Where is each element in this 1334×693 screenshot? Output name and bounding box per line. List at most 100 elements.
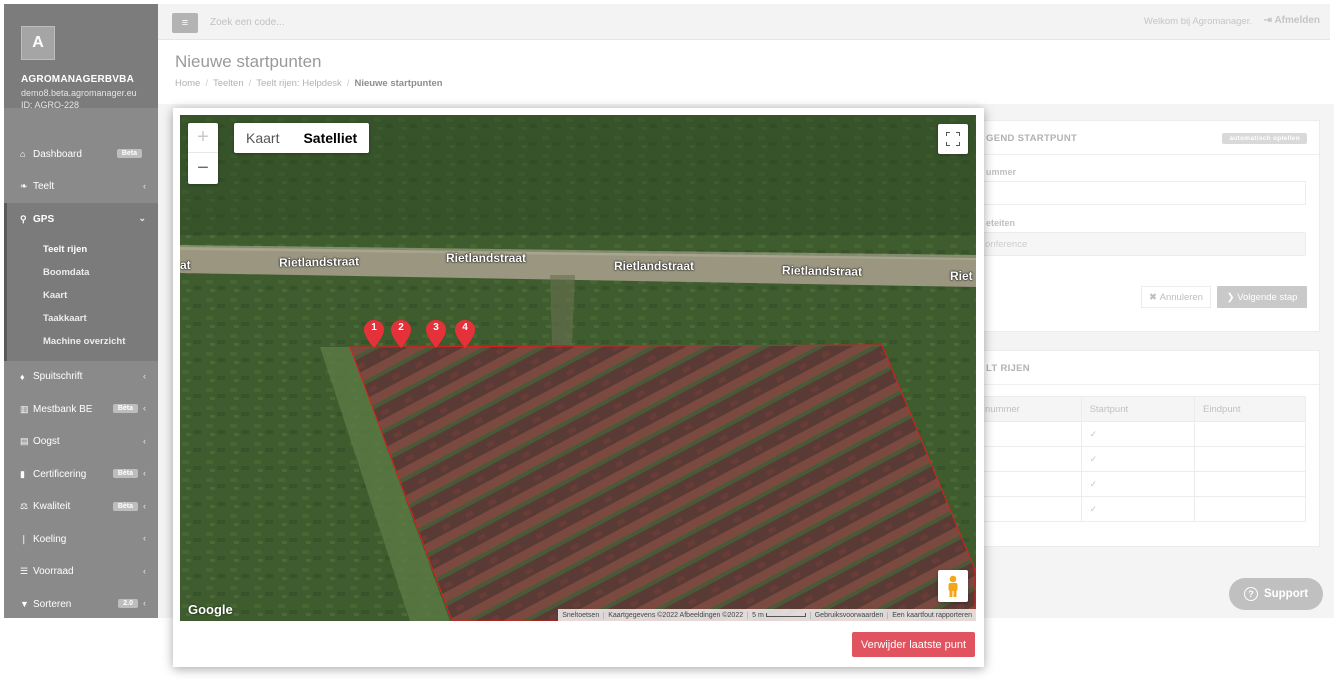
- sidebar-item-sorteren[interactable]: ▼ Sorteren 2.0 ‹: [4, 588, 158, 618]
- breadcrumb-home[interactable]: Home: [175, 78, 200, 89]
- close-icon: ✖: [1149, 291, 1160, 303]
- logout-label: Afmelden: [1274, 15, 1320, 26]
- sidebar-item-voorraad[interactable]: ☰ Voorraad ‹: [4, 556, 158, 589]
- sidebar-item-koeling[interactable]: ❘ Koeling ‹: [4, 523, 158, 556]
- sidebar-item-kwaliteit[interactable]: ⚖ Kwaliteit Bèta ‹: [4, 491, 158, 524]
- sidebar-subitem-kaart[interactable]: Kaart: [7, 284, 158, 307]
- chevron-left-icon: ‹: [143, 370, 146, 381]
- street-label: Rietlandstraat: [278, 254, 360, 270]
- varieties-field: onference: [976, 232, 1306, 256]
- street-view-pegman-button[interactable]: [938, 570, 968, 602]
- breadcrumb: Home / Teelten / Teelt rijen: Helpdesk / Nieuw…: [175, 78, 443, 89]
- report-error-link[interactable]: Een kaartfout rapporteren: [887, 611, 976, 619]
- support-button[interactable]: ? Support: [1229, 578, 1323, 610]
- street-label: Rietlandstraat: [446, 251, 527, 265]
- satellite-imagery: [180, 115, 976, 621]
- scale-bar: 5 m: [747, 611, 810, 619]
- chevron-left-icon: ‹: [143, 565, 146, 576]
- satellite-map[interactable]: at Rietlandstraat Rietlandstraat Rietlan…: [180, 115, 976, 621]
- table-row: ✓: [976, 421, 1306, 447]
- table-cell: [1194, 471, 1306, 497]
- table-cell: [976, 496, 1082, 522]
- sidebar-item-oogst[interactable]: ▤ Oogst ‹: [4, 426, 158, 459]
- sidebar-item-label: Spuitschrift: [33, 371, 83, 383]
- sidebar-header: A AGROMANAGERBVBA demo8.beta.agromanager…: [4, 4, 158, 111]
- sidebar-item-spuitschrift[interactable]: ♦ Spuitschrift ‹: [4, 361, 158, 394]
- sidebar-subitem-boomdata[interactable]: Boomdata: [7, 261, 158, 284]
- logout-link[interactable]: ⇥ Afmelden: [1264, 15, 1320, 26]
- hamburger-icon: ≡: [181, 17, 189, 29]
- zoom-out-button[interactable]: −: [188, 153, 218, 183]
- map-marker-2[interactable]: 2: [391, 320, 411, 348]
- beta-badge: Beta: [116, 149, 142, 158]
- welcome-text: Welkom bij Agromanager.: [1143, 16, 1252, 27]
- breadcrumb-teelt-rijen[interactable]: Teelt rijen: Helpdesk: [256, 78, 342, 89]
- sidebar-item-label: Kwaliteit: [33, 501, 71, 513]
- row-number-input[interactable]: [976, 181, 1306, 205]
- search-input[interactable]: Zoek een code...: [210, 17, 285, 28]
- keyboard-shortcuts-link[interactable]: Sneltoetsen: [558, 612, 603, 619]
- sidebar-item-label: Sorteren: [33, 598, 72, 610]
- book-icon: ▮: [20, 468, 25, 479]
- map-data-text: Kaartgegevens ©2022 Afbeeldingen ©2022: [603, 611, 747, 619]
- sidebar-subitem-machine-overzicht[interactable]: Machine overzicht: [7, 330, 158, 353]
- map-marker-1[interactable]: 1: [364, 320, 384, 348]
- table-cell: [1194, 496, 1306, 522]
- avatar[interactable]: A: [21, 26, 55, 60]
- sidebar-item-label: GPS: [33, 213, 55, 225]
- check-icon: ✓: [1080, 421, 1196, 447]
- sidebar-menu: ⌂ Dashboard Beta ❧ Teelt ‹ ⚲ GPS ⌄ Teelt…: [4, 138, 158, 618]
- version-badge: 2.0: [118, 599, 138, 608]
- cancel-button[interactable]: ✖ Annuleren: [1141, 286, 1211, 308]
- table-cell: [1194, 421, 1306, 447]
- fullscreen-button[interactable]: [938, 124, 968, 154]
- help-icon: ?: [1243, 587, 1258, 601]
- map-marker-3[interactable]: 3: [426, 320, 446, 348]
- sidebar-item-label: Mestbank BE: [33, 403, 93, 415]
- company-domain: demo8.beta.agromanager.eu: [21, 88, 137, 98]
- thermometer-icon: ❘: [20, 533, 28, 544]
- map-attribution: Sneltoetsen Kaartgegevens ©2022 Afbeeldi…: [558, 609, 976, 621]
- sidebar-item-label: Certificering: [33, 468, 87, 480]
- check-icon: ✓: [1080, 446, 1196, 472]
- map-marker-4[interactable]: 4: [455, 320, 475, 348]
- beta-badge: Bèta: [112, 501, 138, 511]
- map-type-satelliet[interactable]: Satelliet: [291, 123, 369, 153]
- column-header: nummer: [976, 396, 1082, 422]
- company-info: demo8.beta.agromanager.eu ID: AGRO-228: [21, 87, 137, 111]
- sidebar-item-dashboard[interactable]: ⌂ Dashboard Beta: [4, 138, 158, 171]
- next-step-button[interactable]: ❯ Volgende stap: [1217, 286, 1307, 308]
- zoom-in-button[interactable]: +: [188, 123, 218, 153]
- column-header: Startpunt: [1080, 396, 1196, 422]
- street-label: Riet: [950, 269, 973, 283]
- support-label: Support: [1263, 588, 1309, 600]
- delete-last-point-button[interactable]: Verwijder laatste punt: [852, 632, 975, 657]
- map-pin-icon: ⚲: [20, 213, 27, 224]
- chevron-down-icon: ⌄: [138, 213, 146, 223]
- basket-icon: ▤: [20, 436, 29, 447]
- auto-fill-button[interactable]: automatisch oplellen: [1222, 133, 1307, 144]
- column-header: Eindpunt: [1194, 396, 1306, 422]
- sidebar-item-label: Dashboard: [33, 148, 82, 160]
- sidebar-subitem-teelt-rijen[interactable]: Teelt rijen: [7, 238, 158, 261]
- sidebar-item-teelt[interactable]: ❧ Teelt ‹: [4, 171, 158, 204]
- pegman-icon: [948, 575, 958, 597]
- google-logo: Google: [188, 602, 233, 617]
- table-row: ✓: [976, 496, 1306, 522]
- table-row: ✓: [976, 471, 1306, 497]
- terms-link[interactable]: Gebruiksvoorwaarden: [809, 611, 887, 619]
- sidebar-item-mestbank[interactable]: ▥ Mestbank BE Bèta ‹: [4, 393, 158, 426]
- startpunt-panel: GEND STARTPUNT automatisch oplellen umme…: [965, 120, 1320, 332]
- sidebar-item-gps[interactable]: ⚲ GPS ⌄: [4, 203, 158, 236]
- company-id: ID: AGRO-228: [21, 100, 80, 110]
- map-type-kaart[interactable]: Kaart: [234, 123, 291, 153]
- sidebar-item-label: Koeling: [33, 533, 67, 545]
- sidebar-item-certificering[interactable]: ▮ Certificering Bèta ‹: [4, 458, 158, 491]
- breadcrumb-teelten[interactable]: Teelten: [213, 78, 244, 89]
- sidebar-subitem-taakkaart[interactable]: Taakkaart: [7, 307, 158, 330]
- table-row: ✓: [976, 446, 1306, 472]
- chevron-left-icon: ‹: [143, 403, 146, 413]
- cancel-label: Annuleren: [1159, 291, 1203, 303]
- street-label: Rietlandstraat: [614, 259, 695, 273]
- menu-toggle-button[interactable]: ≡: [172, 13, 198, 33]
